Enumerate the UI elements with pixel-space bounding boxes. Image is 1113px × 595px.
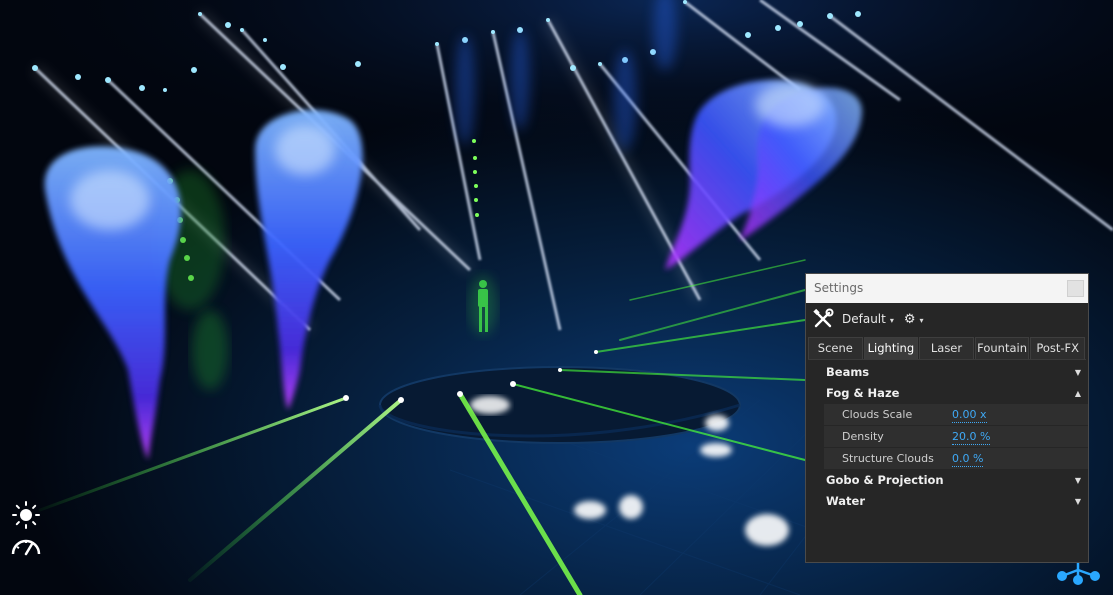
clouds-scale-value[interactable]: 0.00 x (952, 407, 987, 423)
property-name: Clouds Scale (842, 408, 913, 421)
tab-post-fx[interactable]: Post-FX (1030, 337, 1085, 359)
speedometer-icon[interactable] (10, 536, 42, 556)
group-gobo-label: Gobo & Projection (826, 473, 944, 487)
expand-arrow-icon: ▼ (1074, 368, 1081, 377)
property-name: Structure Clouds (842, 452, 934, 465)
tab-laser[interactable]: Laser (919, 337, 974, 359)
property-row: Structure Clouds 0.0 % (824, 448, 1088, 470)
tools-icon[interactable] (812, 308, 834, 330)
group-beams[interactable]: Beams ▼ (806, 362, 1088, 383)
group-water-label: Water (826, 494, 866, 508)
group-fog-haze-label: Fog & Haze (826, 386, 900, 400)
preset-label: Default (842, 312, 886, 326)
tab-lighting[interactable]: Lighting (863, 337, 919, 359)
chevron-down-icon: ▾ (919, 315, 924, 325)
gear-icon: ⚙ (903, 311, 916, 327)
group-gobo-projection[interactable]: Gobo & Projection ▼ (806, 470, 1088, 491)
settings-toolbar: Default ▾ ⚙ ▾ (806, 303, 1088, 335)
sun-icon[interactable] (12, 501, 40, 529)
settings-titlebar[interactable]: Settings (806, 274, 1088, 303)
expand-arrow-icon: ▼ (1074, 476, 1081, 485)
preset-dropdown[interactable]: Default ▾ (842, 312, 894, 326)
collapse-arrow-icon: ▲ (1074, 389, 1081, 398)
group-water[interactable]: Water ▼ (806, 491, 1088, 512)
property-name: Density (842, 430, 884, 443)
settings-panel: Settings Default ▾ ⚙ ▾ Scene Lighting Lase… (805, 273, 1089, 563)
close-button[interactable] (1067, 280, 1084, 297)
structure-clouds-value[interactable]: 0.0 % (952, 451, 984, 467)
density-value[interactable]: 20.0 % (952, 429, 991, 445)
gear-menu-button[interactable]: ⚙ ▾ (904, 312, 924, 327)
settings-tabs: Scene Lighting Laser Fountain Post-FX (808, 337, 1086, 360)
group-beams-label: Beams (826, 365, 870, 379)
settings-tree: Beams ▼ Fog & Haze ▲ Clouds Scale 0.00 x… (806, 362, 1088, 512)
property-row: Clouds Scale 0.00 x (824, 404, 1088, 426)
property-row: Density 20.0 % (824, 426, 1088, 448)
chevron-down-icon: ▾ (889, 316, 894, 325)
settings-title: Settings (814, 281, 864, 295)
expand-arrow-icon: ▼ (1074, 497, 1081, 506)
group-fog-haze[interactable]: Fog & Haze ▲ (806, 383, 1088, 404)
tab-scene[interactable]: Scene (808, 337, 863, 359)
tab-fountain[interactable]: Fountain (974, 337, 1030, 359)
